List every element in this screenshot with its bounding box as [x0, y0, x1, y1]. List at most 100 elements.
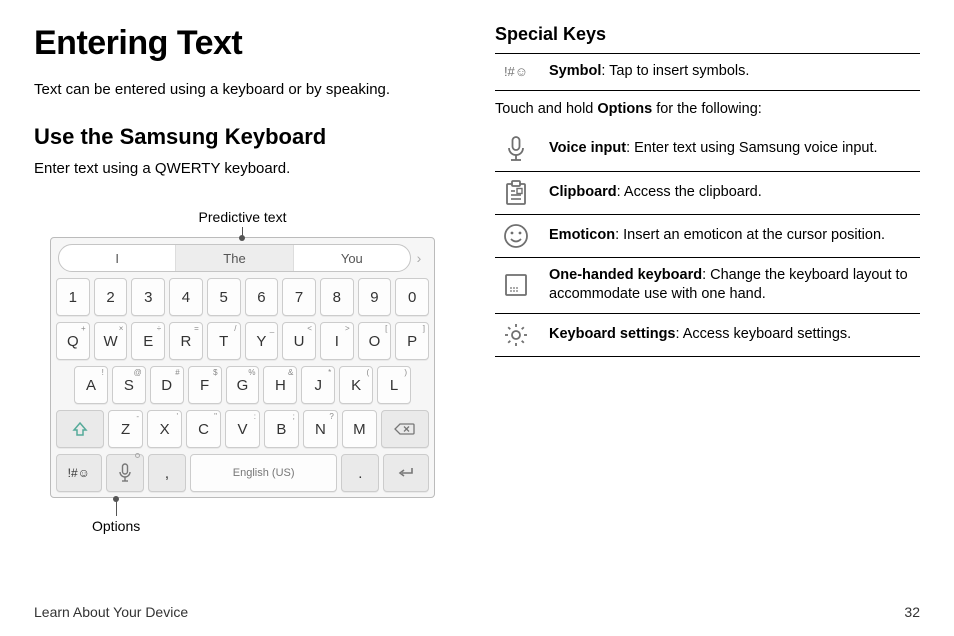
letter-key[interactable]: K( [339, 366, 373, 404]
gear-icon [495, 322, 537, 348]
letter-key[interactable]: X' [147, 410, 182, 448]
left-column: Entering Text Text can be entered using … [34, 24, 459, 594]
letter-key[interactable]: P] [395, 322, 429, 360]
letter-key[interactable]: T/ [207, 322, 241, 360]
space-key[interactable]: English (US) [190, 454, 337, 492]
letter-key[interactable]: U< [282, 322, 316, 360]
key-superscript: ! [102, 368, 104, 377]
letter-key[interactable]: I> [320, 322, 354, 360]
between-bold: Options [597, 101, 652, 117]
prediction-item[interactable]: I [59, 245, 176, 271]
row-text: Symbol: Tap to insert symbols. [549, 62, 920, 82]
period-key[interactable]: . [341, 454, 379, 492]
number-key[interactable]: 3 [131, 278, 165, 316]
enter-key[interactable] [383, 454, 429, 492]
letter-key[interactable]: N? [303, 410, 338, 448]
key-superscript: @ [134, 368, 142, 377]
key-superscript: : [254, 412, 256, 421]
row-desc: : Tap to insert symbols. [601, 63, 749, 79]
number-key[interactable]: 8 [320, 278, 354, 316]
letter-key[interactable]: A! [74, 366, 108, 404]
row-bold: Clipboard [549, 184, 617, 200]
key-superscript: " [214, 412, 217, 421]
mic-key[interactable] [106, 454, 144, 492]
key-superscript: ) [404, 368, 407, 377]
key-superscript: < [307, 324, 312, 333]
comma-key[interactable]: , [148, 454, 186, 492]
number-key[interactable]: 5 [207, 278, 241, 316]
number-key[interactable]: 1 [56, 278, 90, 316]
special-row: Voice input: Enter text using Samsung vo… [495, 127, 920, 172]
letter-key[interactable]: S@ [112, 366, 146, 404]
prediction-expand-icon[interactable]: › [411, 250, 427, 266]
number-key[interactable]: 2 [94, 278, 128, 316]
letter-key[interactable]: C" [186, 410, 221, 448]
prediction-item[interactable]: The [176, 245, 293, 271]
symbol-key[interactable]: !#☺ [56, 454, 102, 492]
number-row: 1234567890 [56, 278, 429, 316]
letter-key[interactable]: O[ [358, 322, 392, 360]
qwerty-row: Q+W×E÷R=T/Y_U<I>O[P] [56, 322, 429, 360]
key-superscript: ] [423, 324, 425, 333]
row-text: One-handed keyboard: Change the keyboard… [549, 266, 920, 305]
letter-key[interactable]: Z- [108, 410, 143, 448]
letter-key[interactable]: G% [226, 366, 260, 404]
row-bold: Emoticon [549, 227, 615, 243]
use-samsung-heading: Use the Samsung Keyboard [34, 124, 459, 150]
number-key[interactable]: 4 [169, 278, 203, 316]
letter-key[interactable]: V: [225, 410, 260, 448]
use-samsung-subtext: Enter text using a QWERTY keyboard. [34, 160, 459, 177]
prediction-item[interactable]: You [294, 245, 410, 271]
row-bold: Keyboard settings [549, 326, 676, 342]
letter-key[interactable]: H& [263, 366, 297, 404]
letter-key[interactable]: Q+ [56, 322, 90, 360]
key-superscript: / [234, 324, 236, 333]
letter-key[interactable]: B; [264, 410, 299, 448]
key-superscript: ÷ [157, 324, 161, 333]
enter-icon [396, 465, 416, 481]
row-desc: : Insert an emoticon at the cursor posit… [615, 227, 885, 243]
letter-key[interactable]: D# [150, 366, 184, 404]
row-bold: Voice input [549, 140, 626, 156]
key-superscript: $ [213, 368, 217, 377]
number-key[interactable]: 0 [395, 278, 429, 316]
key-superscript: ? [329, 412, 333, 421]
right-column: Special Keys !#☺ Symbol: Tap to insert s… [495, 24, 920, 594]
number-key[interactable]: 7 [282, 278, 316, 316]
between-post: for the following: [652, 101, 762, 117]
special-rows-container: Voice input: Enter text using Samsung vo… [495, 127, 920, 357]
mic-icon [495, 135, 537, 163]
special-row: Keyboard settings: Access keyboard setti… [495, 314, 920, 357]
letter-key[interactable]: J* [301, 366, 335, 404]
symbol-icon: !#☺ [495, 64, 537, 79]
backspace-key[interactable] [381, 410, 429, 448]
shift-key[interactable] [56, 410, 104, 448]
letter-key[interactable]: W× [94, 322, 128, 360]
one-handed-icon [495, 273, 537, 297]
page-title: Entering Text [34, 24, 459, 63]
letter-key[interactable]: E÷ [131, 322, 165, 360]
number-key[interactable]: 9 [358, 278, 392, 316]
key-superscript: # [175, 368, 179, 377]
letter-key[interactable]: L) [377, 366, 411, 404]
letter-key[interactable]: M [342, 410, 377, 448]
predictive-label: Predictive text [50, 209, 435, 225]
zxcv-row: Z-X'C"V:B;N?M [56, 410, 429, 448]
key-superscript: ( [366, 368, 369, 377]
letter-key[interactable]: F$ [188, 366, 222, 404]
letter-key[interactable]: Y_ [245, 322, 279, 360]
row-text: Emoticon: Insert an emoticon at the curs… [549, 226, 920, 246]
row-text: Keyboard settings: Access keyboard setti… [549, 325, 920, 345]
letter-key[interactable]: R= [169, 322, 203, 360]
row-bold: One-handed keyboard [549, 267, 702, 283]
key-superscript: + [81, 324, 86, 333]
key-superscript: ' [177, 412, 179, 421]
between-pre: Touch and hold [495, 101, 597, 117]
special-keys-heading: Special Keys [495, 24, 920, 45]
row-bold: Symbol [549, 63, 601, 79]
key-superscript: = [194, 324, 199, 333]
special-row: Clipboard: Access the clipboard. [495, 172, 920, 215]
asdf-row: A!S@D#F$G%H&J*K(L) [56, 366, 429, 404]
options-label: Options [92, 518, 435, 534]
number-key[interactable]: 6 [245, 278, 279, 316]
